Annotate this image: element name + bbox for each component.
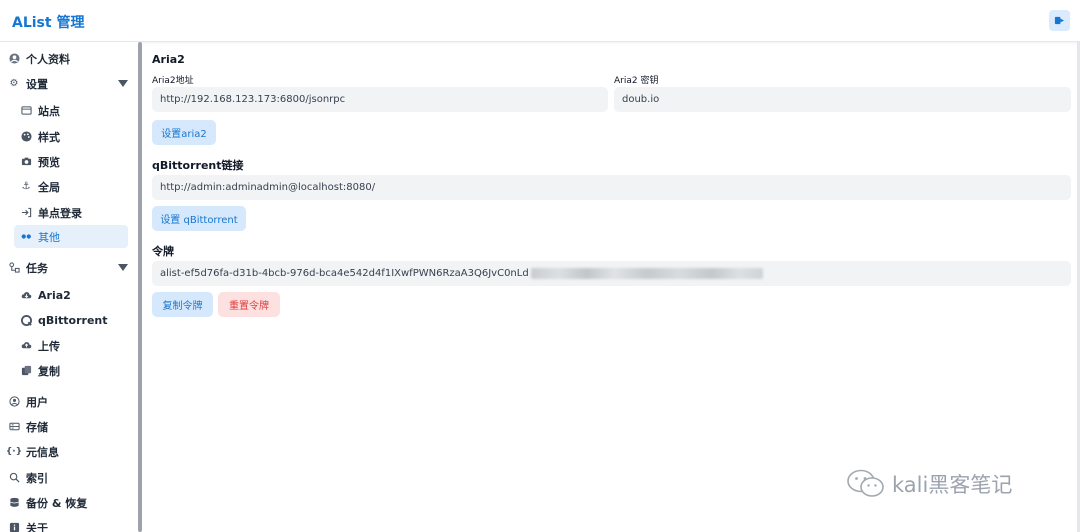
sidebar-item-label: 单点登录 <box>38 206 82 220</box>
app-title[interactable]: AList 管理 <box>12 12 84 32</box>
token-section-title: 令牌 <box>152 245 174 258</box>
sidebar-item-profile[interactable]: 个人资料 <box>8 47 70 70</box>
aria2-address-label: Aria2地址 <box>152 76 194 86</box>
sidebar-item-label: 全局 <box>38 180 60 194</box>
sidebar-item-label: 索引 <box>26 471 48 485</box>
sidebar-item-label: 用户 <box>26 395 48 409</box>
sidebar-item-aria2[interactable]: Aria2 <box>20 284 71 307</box>
sidebar-scrollbar[interactable] <box>138 42 142 532</box>
sidebar-item-site[interactable]: 站点 <box>20 99 60 122</box>
logout-icon <box>1054 16 1065 25</box>
sidebar-item-settings[interactable]: ⚙ 设置 <box>8 72 48 95</box>
sidebar-item-label: 存储 <box>26 420 48 434</box>
sidebar-item-label: 任务 <box>26 261 48 275</box>
anchor-icon: ⚓ <box>21 181 31 192</box>
aria2-secret-label: Aria2 密钥 <box>614 76 659 86</box>
watermark: kali黑客笔记 <box>846 468 1012 500</box>
braces-icon: {·} <box>5 446 23 457</box>
workflow-icon <box>8 262 20 274</box>
sidebar-item-label: 元信息 <box>26 445 59 459</box>
top-header: AList 管理 <box>0 0 1080 42</box>
aria2-address-input[interactable]: http://192.168.123.173:6800/jsonrpc <box>152 87 608 112</box>
sidebar-item-style[interactable]: 样式 <box>20 125 60 148</box>
sidebar-item-copy[interactable]: 复制 <box>20 359 60 382</box>
watermark-text: kali黑客笔记 <box>892 473 1013 497</box>
sidebar-item-index[interactable]: 索引 <box>8 466 48 489</box>
user-circle-icon <box>8 53 20 65</box>
copy-token-button[interactable]: 复制令牌 <box>152 292 213 317</box>
login-icon <box>20 207 32 219</box>
set-aria2-button[interactable]: 设置aria2 <box>152 120 216 145</box>
sidebar-item-tasks[interactable]: 任务 <box>8 256 48 279</box>
window-icon <box>20 105 32 117</box>
sidebar-item-label: 站点 <box>38 104 60 118</box>
sidebar-item-users[interactable]: 用户 <box>8 390 48 413</box>
aria2-section-title: Aria2 <box>152 53 185 66</box>
sidebar-item-other[interactable]: 其他 <box>14 225 128 248</box>
sidebar-item-label: 复制 <box>38 364 60 378</box>
sidebar-item-meta[interactable]: {·} 元信息 <box>5 440 59 463</box>
sidebar-item-preview[interactable]: 预览 <box>20 150 60 173</box>
sidebar: 个人资料 ⚙ 设置 站点 样式 预览 ⚓ 全局 单点登录 其他 任务 Aria2… <box>0 42 142 532</box>
user-icon <box>8 396 20 408</box>
chevron-down-icon[interactable] <box>118 80 128 87</box>
token-input[interactable]: alist-ef5d76fa-d31b-4bcb-976d-bca4e542d4… <box>152 261 1071 286</box>
sidebar-item-label: qBittorrent <box>38 314 108 327</box>
sidebar-item-backup[interactable]: 备份 & 恢复 <box>8 491 87 514</box>
chevron-down-icon[interactable] <box>118 264 128 271</box>
sidebar-item-global[interactable]: ⚓ 全局 <box>20 175 60 198</box>
aria2-secret-input[interactable]: doub.io <box>614 87 1071 112</box>
camera-icon <box>20 156 32 168</box>
palette-icon <box>20 131 32 143</box>
sidebar-item-label: 个人资料 <box>26 52 70 66</box>
token-value: alist-ef5d76fa-d31b-4bcb-976d-bca4e542d4… <box>160 268 529 279</box>
sidebar-item-storage[interactable]: 存储 <box>8 415 48 438</box>
dots-icon <box>20 231 32 243</box>
sidebar-item-upload[interactable]: 上传 <box>20 334 60 357</box>
qbittorrent-url-input[interactable]: http://admin:adminadmin@localhost:8080/ <box>152 175 1071 200</box>
sidebar-item-label: 样式 <box>38 130 60 144</box>
cloud-download-icon <box>20 290 32 302</box>
info-icon <box>8 522 20 532</box>
copy-icon <box>20 365 32 377</box>
qbittorrent-icon <box>20 315 32 327</box>
sidebar-item-label: 其他 <box>38 230 60 244</box>
reset-token-button[interactable]: 重置令牌 <box>218 292 280 317</box>
qbittorrent-section-title: qBittorrent链接 <box>152 159 244 172</box>
sidebar-item-label: 上传 <box>38 339 60 353</box>
sidebar-item-about[interactable]: 关于 <box>8 516 48 532</box>
token-redacted-blur <box>530 268 763 279</box>
sidebar-item-label: 设置 <box>26 77 48 91</box>
sidebar-item-sso[interactable]: 单点登录 <box>20 201 82 224</box>
logout-button[interactable] <box>1049 10 1070 31</box>
gear-icon: ⚙ <box>9 78 19 89</box>
sidebar-item-label: 关于 <box>26 521 48 532</box>
set-qbittorrent-button[interactable]: 设置 qBittorrent <box>152 206 246 231</box>
sidebar-item-label: 备份 & 恢复 <box>26 496 88 510</box>
search-icon <box>8 472 20 484</box>
cloud-upload-icon <box>20 340 32 352</box>
wechat-icon <box>847 469 884 497</box>
database-icon <box>8 421 20 433</box>
database-stack-icon <box>8 497 20 509</box>
sidebar-item-label: 预览 <box>38 155 60 169</box>
sidebar-item-qbittorrent[interactable]: qBittorrent <box>20 309 108 332</box>
sidebar-item-label: Aria2 <box>38 289 71 302</box>
